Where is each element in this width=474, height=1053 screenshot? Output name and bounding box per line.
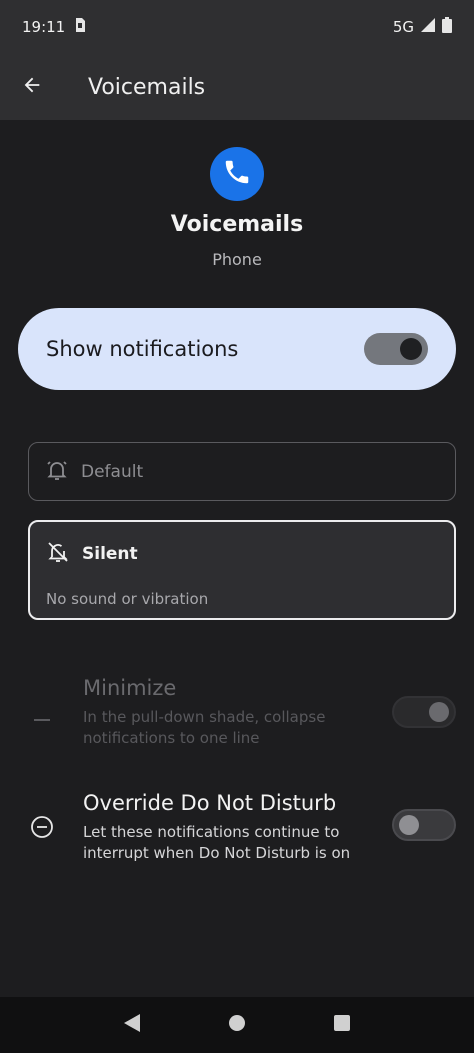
battery-icon — [442, 17, 452, 37]
nav-recents-button[interactable] — [322, 1005, 362, 1045]
network-type: 5G — [392, 18, 414, 36]
channel-name: Voicemails — [170, 212, 304, 237]
back-arrow-icon — [21, 74, 43, 100]
signal-icon — [420, 17, 436, 37]
nav-home-icon — [228, 1014, 246, 1036]
status-time: 19:11 — [22, 18, 66, 36]
override-dnd-switch[interactable] — [392, 809, 456, 841]
show-notifications-switch[interactable] — [364, 333, 428, 365]
silent-option-label: Silent — [82, 544, 138, 564]
sim-alert-icon — [73, 17, 87, 37]
override-dnd-row[interactable]: Override Do Not Disturb Let these notifi… — [0, 785, 474, 870]
nav-recents-icon — [333, 1014, 351, 1036]
show-notifications-label: Show notifications — [46, 337, 239, 361]
minimize-switch[interactable] — [392, 696, 456, 728]
status-bar: 19:11 5G — [0, 0, 474, 54]
silent-option[interactable]: Silent No sound or vibration — [28, 520, 456, 620]
bell-icon — [45, 458, 69, 486]
override-dnd-description: Let these notifications continue to inte… — [83, 823, 351, 862]
page-title: Voicemails — [88, 74, 206, 100]
app-name: Phone — [212, 250, 262, 269]
dnd-icon — [28, 813, 56, 841]
minus-icon — [28, 706, 56, 734]
minimize-row[interactable]: Minimize In the pull-down shade, collaps… — [0, 670, 474, 750]
phone-app-icon — [210, 147, 264, 201]
silent-option-description: No sound or vibration — [46, 590, 209, 608]
default-option-label: Default — [81, 461, 144, 482]
switch-knob — [429, 702, 449, 722]
screen: 19:11 5G Voicemails Voicemails Phone Sho… — [0, 0, 474, 1053]
switch-knob — [399, 815, 419, 835]
show-notifications-toggle-row[interactable]: Show notifications — [18, 308, 456, 390]
app-bar: Voicemails — [0, 54, 474, 120]
nav-back-icon — [123, 1013, 141, 1037]
switch-knob — [400, 338, 422, 360]
override-dnd-title: Override Do Not Disturb — [83, 791, 337, 815]
minimize-description: In the pull-down shade, collapse notific… — [83, 708, 326, 747]
default-option[interactable]: Default — [28, 442, 456, 501]
nav-back-button[interactable] — [112, 1005, 152, 1045]
nav-home-button[interactable] — [217, 1005, 257, 1045]
bell-off-icon — [46, 540, 70, 568]
minimize-title: Minimize — [83, 676, 177, 700]
system-nav-bar — [0, 997, 474, 1053]
phone-icon — [222, 157, 252, 191]
back-button[interactable] — [0, 54, 64, 120]
